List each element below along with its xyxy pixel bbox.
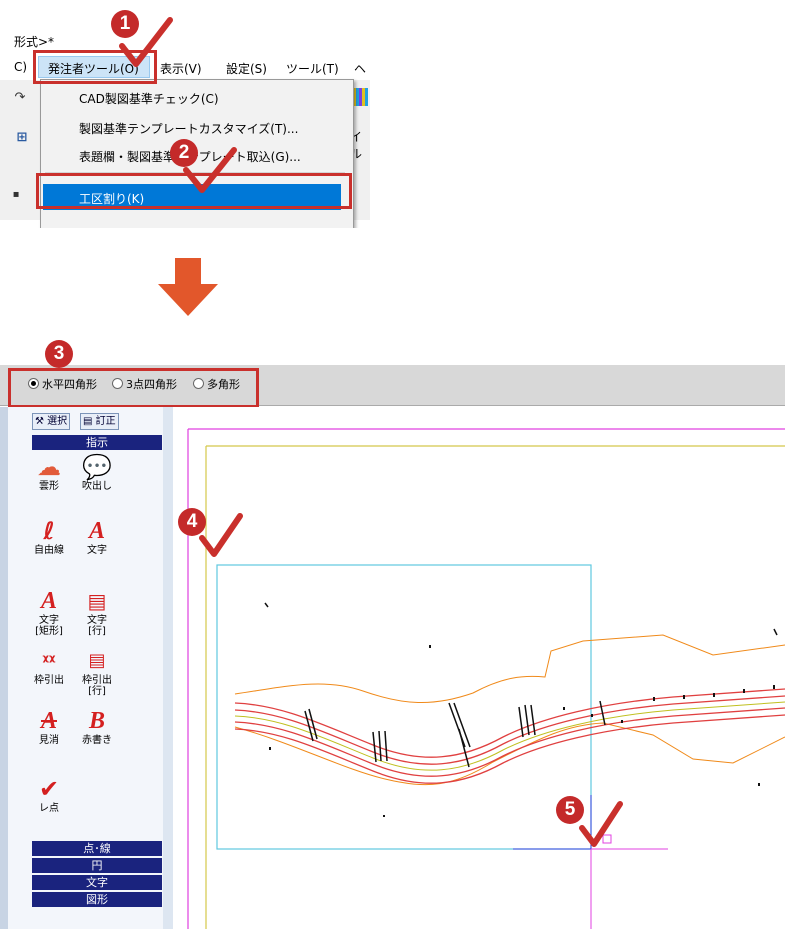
tool-label: 文字	[87, 545, 107, 556]
tool-frame-leader[interactable]: ᵡᵡ 枠引出	[24, 647, 74, 686]
section-shiji[interactable]: 指示	[32, 435, 162, 450]
section-tensen[interactable]: 点･線	[32, 841, 162, 856]
panel-border	[0, 407, 8, 929]
drawing-canvas[interactable]	[173, 407, 785, 929]
menu-item-tools[interactable]: ツール(T)	[286, 60, 339, 77]
freehand-icon: ℓ	[43, 517, 55, 545]
menu-item-template-customize[interactable]: 製図基準テンプレートカスタマイズ(T)...	[79, 120, 298, 137]
tool-label: 文字 [行]	[87, 615, 107, 637]
tool-frame-leader-line[interactable]: ▤ 枠引出 [行]	[72, 647, 122, 697]
tool-label: 文字 [矩形]	[35, 615, 63, 637]
layer-icon[interactable]: ⊞	[12, 128, 32, 148]
check-mark-icon: ✔	[38, 775, 60, 803]
road-edge-3	[234, 707, 785, 777]
tool-cloud[interactable]: ☁ 雲形	[24, 453, 74, 492]
section-zukei[interactable]: 図形	[32, 892, 162, 907]
tool-label: 見消	[39, 735, 59, 746]
tool-text-rect[interactable]: A 文字 [矩形]	[24, 587, 74, 637]
frame-leader-line-icon: ▤	[88, 650, 106, 671]
select-button[interactable]: ⚒ 選択	[32, 413, 71, 430]
panel-icon: ▪	[12, 189, 20, 200]
tool-label: 枠引出	[34, 675, 64, 686]
panel-splitter[interactable]	[163, 407, 173, 929]
down-arrow-icon	[158, 258, 218, 316]
menu-item-help[interactable]: ヘ	[354, 60, 366, 77]
checkmark-icon-2	[183, 147, 237, 193]
outer-frame	[187, 428, 785, 929]
checkmark-icon-4	[199, 513, 243, 557]
survey-line-lower	[234, 722, 785, 786]
checkmark-icon-5	[579, 801, 623, 847]
drawing-svg	[187, 428, 785, 929]
survey-line-upper	[234, 634, 785, 704]
correct-button[interactable]: ▤ 訂正	[80, 413, 119, 430]
frame-leader-icon: ᵡᵡ	[42, 651, 56, 670]
section-en[interactable]: 円	[32, 858, 162, 873]
redo-icon[interactable]: ↷	[10, 88, 30, 108]
koku-wari-screenshot: 水平四角形 3点四角形 多角形 ⚒ 選択 ▤ 訂正 指示 ☁ 雲形 💬 吹出し ℓ自…	[0, 365, 785, 929]
selection-rectangle	[216, 564, 592, 850]
window-title-fragment: 形式>*	[14, 35, 55, 49]
text-a-icon: A	[88, 518, 105, 544]
strike-icon: A	[40, 708, 57, 734]
text-line-icon: ▤	[87, 589, 107, 613]
tool-balloon[interactable]: 💬 吹出し	[72, 453, 122, 492]
tool-label: 雲形	[39, 481, 59, 492]
tool-strike[interactable]: A 見消	[24, 707, 74, 746]
checkmark-icon-1	[119, 17, 173, 67]
tool-label: 自由線	[34, 545, 64, 556]
tool-check-mark[interactable]: ✔ レ点	[24, 775, 74, 814]
correct-button-label: 訂正	[95, 416, 116, 427]
section-moji[interactable]: 文字	[32, 875, 162, 890]
cloud-icon: ☁	[37, 453, 61, 481]
annotation-tool-panel: ⚒ 選択 ▤ 訂正 指示 ☁ 雲形 💬 吹出し ℓ 自由線 A 文字 A 文字 [矩形] …	[8, 407, 164, 929]
tool-label: 吹出し	[82, 481, 112, 492]
menu-item-settings[interactable]: 設定(S)	[226, 60, 267, 77]
menu-item-cut[interactable]: C)	[14, 60, 27, 74]
tool-label: 枠引出 [行]	[82, 675, 112, 697]
tool-label: 赤書き	[82, 735, 112, 746]
tool-freehand[interactable]: ℓ 自由線	[24, 517, 74, 556]
menu-item-cad-check[interactable]: CAD製図基準チェック(C)	[79, 90, 219, 107]
road-edge-4	[234, 714, 785, 784]
select-button-label: 選択	[47, 416, 68, 427]
text-rect-icon: A	[40, 588, 57, 614]
tool-red-writing[interactable]: B 赤書き	[72, 707, 122, 746]
tool-text-line[interactable]: ▤ 文字 [行]	[72, 587, 122, 637]
crosshair	[590, 848, 668, 929]
inner-frame	[205, 445, 785, 929]
highlight-box-mode-bar	[8, 368, 259, 408]
tool-label: レ点	[39, 803, 59, 814]
red-writing-icon: B	[88, 708, 105, 734]
speech-balloon-icon: 💬	[82, 453, 112, 481]
tool-text[interactable]: A 文字	[72, 517, 122, 556]
step-badge-3: 3	[45, 340, 73, 368]
